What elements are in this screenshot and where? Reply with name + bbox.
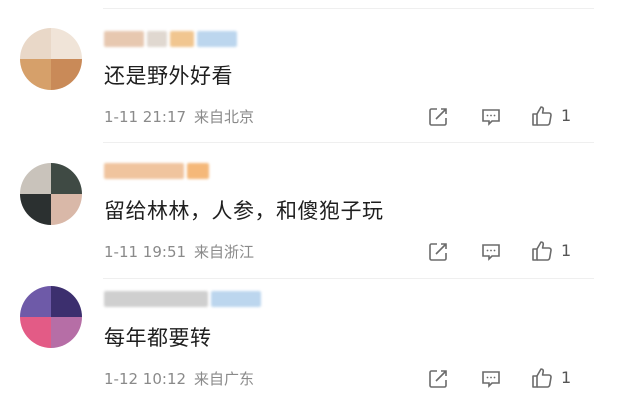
avatar-pixel [20,28,51,59]
username[interactable] [104,162,209,180]
divider [103,8,594,9]
comment-icon[interactable] [478,366,504,392]
username-blur [104,163,184,179]
avatar[interactable] [20,286,82,348]
comment-meta: 1-11 19:51 来自浙江 [104,241,254,262]
username-blur [170,31,194,47]
like-count: 1 [561,368,572,387]
avatar-pixel [20,286,51,317]
divider [103,142,594,143]
comment-meta: 1-12 10:12 来自广东 [104,368,254,389]
username-blur [197,31,237,47]
comment-location: 来自广东 [194,370,255,388]
avatar-pixel [20,194,51,225]
comment-text: 还是野外好看 [104,64,233,88]
avatar-pixel [51,59,82,90]
comment-text: 留给林林，人参，和傻狍子玩 [104,199,384,223]
username-blur [187,163,209,179]
comment-item: 每年都要转 1-12 10:12 来自广东 1 [0,270,624,405]
like-count: 1 [561,241,572,260]
avatar-pixel [51,317,82,348]
comment-text: 每年都要转 [104,326,212,350]
comment-time: 1-11 19:51 [104,243,187,261]
username-blur [211,291,261,307]
avatar[interactable] [20,28,82,90]
comment-item: 还是野外好看 1-11 21:17 来自北京 1 [0,0,624,135]
comment-time: 1-11 21:17 [104,108,187,126]
avatar-pixel [20,59,51,90]
avatar-pixel [51,194,82,225]
like-icon[interactable] [529,365,555,391]
share-icon[interactable] [425,366,451,392]
comment-icon[interactable] [478,104,504,130]
like-icon[interactable] [529,103,555,129]
like-icon[interactable] [529,238,555,264]
avatar-pixel [51,28,82,59]
avatar-pixel [20,317,51,348]
share-icon[interactable] [425,239,451,265]
comment-item: 留给林林，人参，和傻狍子玩 1-11 19:51 来自浙江 1 [0,135,624,270]
avatar-pixel [20,163,51,194]
avatar-pixel [51,163,82,194]
comment-icon[interactable] [478,239,504,265]
comment-location: 来自浙江 [194,243,255,261]
avatar-pixel [51,286,82,317]
like-count: 1 [561,106,572,125]
username-blur [104,291,208,307]
comment-location: 来自北京 [194,108,255,126]
avatar[interactable] [20,163,82,225]
comment-time: 1-12 10:12 [104,370,187,388]
comment-meta: 1-11 21:17 来自北京 [104,106,254,127]
username-blur [104,31,144,47]
username-blur [147,31,167,47]
username[interactable] [104,30,237,48]
username[interactable] [104,290,261,308]
share-icon[interactable] [425,104,451,130]
divider [103,278,594,279]
